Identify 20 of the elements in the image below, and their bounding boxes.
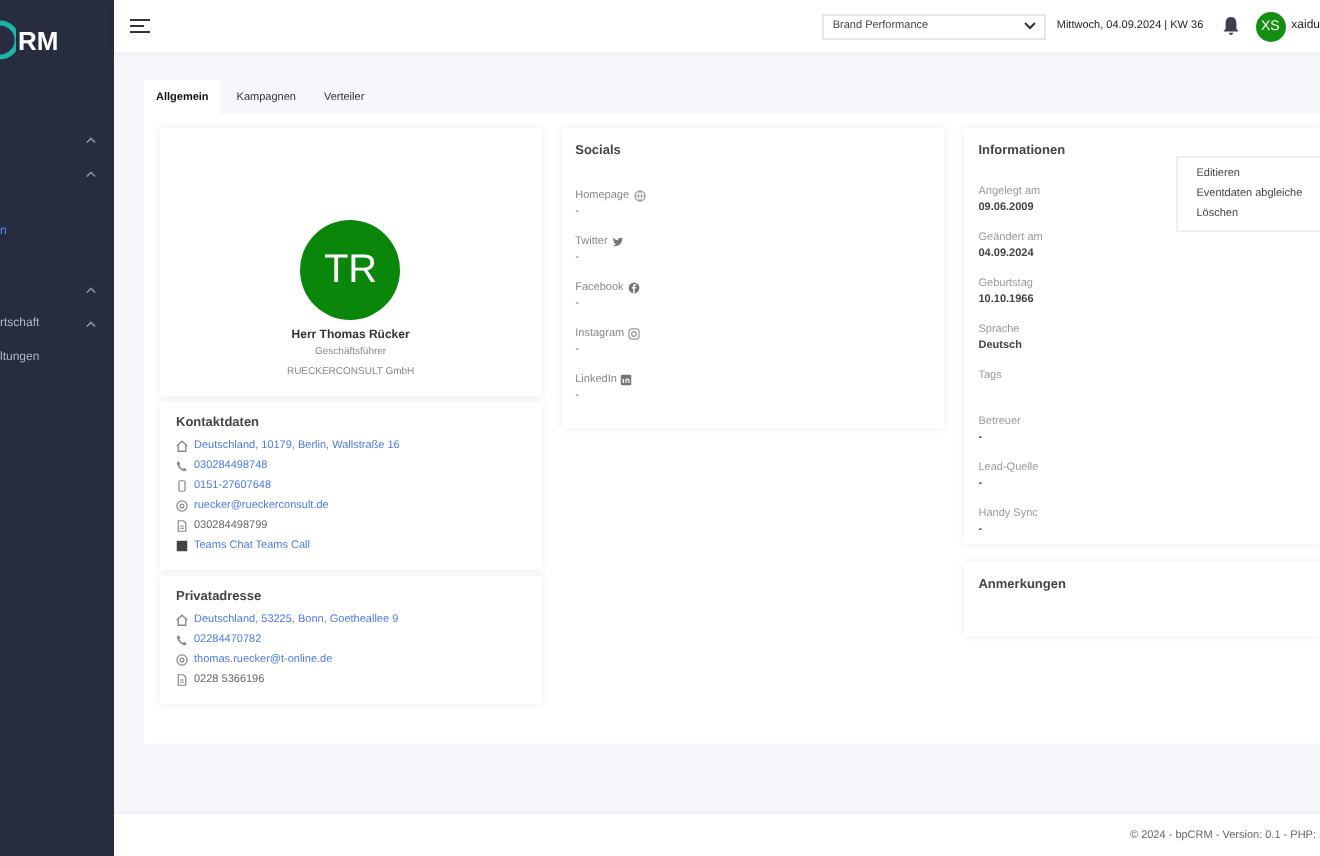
- house-icon: [176, 440, 188, 452]
- document-icon: [176, 674, 188, 686]
- bell-icon[interactable]: [1221, 16, 1240, 36]
- linkedin-icon: [620, 374, 633, 386]
- menu-icon[interactable]: [130, 18, 150, 34]
- instagram-icon: [628, 328, 641, 340]
- avatar-circle: TR: [300, 220, 401, 320]
- facebook-icon: [627, 282, 640, 294]
- logo-text: RM: [18, 25, 59, 55]
- chevron-down-icon: [1024, 22, 1037, 30]
- house-icon: [176, 614, 188, 626]
- at-sign-icon: [176, 654, 188, 666]
- mobile-icon: [176, 480, 188, 492]
- bird-icon: [611, 236, 624, 248]
- at-sign-icon: [176, 500, 188, 512]
- document-icon: [176, 520, 188, 532]
- globe-icon: [633, 190, 646, 202]
- phone-icon: [176, 634, 188, 646]
- logo-ring-icon: [0, 20, 16, 60]
- phone-icon: [176, 460, 188, 472]
